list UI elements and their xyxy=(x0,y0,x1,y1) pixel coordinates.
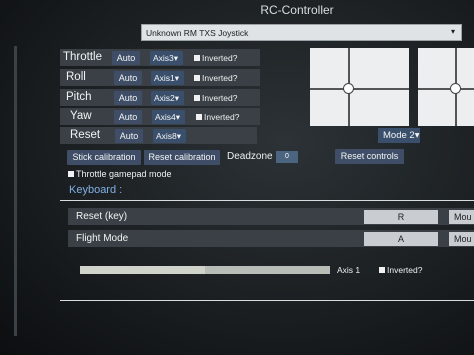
axis-label-pitch: Pitch xyxy=(66,91,92,103)
left-panel-border xyxy=(14,46,17,336)
mode-select[interactable]: Mode 2▾ xyxy=(378,128,420,143)
chevron-down-icon: ▾ xyxy=(175,112,181,122)
axis-monitor-label: Axis 1 xyxy=(337,265,361,275)
keyboard-flight-mode-key-button[interactable]: A xyxy=(364,232,438,246)
window-title: RC-Controller xyxy=(260,3,334,17)
reset-axis-value: Axis8 xyxy=(156,131,177,141)
throttle-axis-value: Axis3 xyxy=(153,53,174,63)
keyboard-reset-key-button[interactable]: R xyxy=(364,210,438,224)
roll-inverted-label: Inverted? xyxy=(202,73,238,83)
checkbox-icon xyxy=(194,95,200,101)
chevron-down-icon: ▾ xyxy=(173,53,179,63)
chevron-down-icon: ▾ xyxy=(450,27,455,36)
chevron-down-icon: ▾ xyxy=(174,73,180,83)
mode-select-value: Mode 2 xyxy=(383,130,415,141)
checkbox-icon xyxy=(194,75,200,81)
reset-controls-button[interactable]: Reset controls xyxy=(335,149,404,164)
axis-label-roll: Roll xyxy=(66,71,86,83)
pitch-axis-select[interactable]: Axis2▾ xyxy=(151,91,184,105)
bottom-divider xyxy=(60,300,474,301)
axis-level-bar xyxy=(80,266,330,274)
roll-inverted-checkbox[interactable]: Inverted? xyxy=(194,71,237,85)
pitch-axis-value: Axis2 xyxy=(154,93,175,103)
axis-level-fill xyxy=(80,266,205,274)
checkbox-icon xyxy=(68,171,74,177)
throttle-inverted-checkbox[interactable]: Inverted? xyxy=(194,51,237,65)
checkbox-icon xyxy=(194,55,200,61)
joystick-device-value: Unknown RM TXS Joystick xyxy=(146,28,249,38)
throttle-gamepad-mode-label: Throttle gamepad mode xyxy=(76,169,172,179)
roll-auto-button[interactable]: Auto xyxy=(114,71,142,85)
chevron-down-icon: ▾ xyxy=(414,130,420,141)
stick-calibration-button[interactable]: Stick calibration xyxy=(67,150,141,165)
axis-monitor-inverted-label: Inverted? xyxy=(387,265,423,275)
checkbox-icon xyxy=(379,267,385,273)
deadzone-input[interactable]: 0 xyxy=(276,151,298,163)
yaw-inverted-label: Inverted? xyxy=(204,112,240,122)
roll-axis-select[interactable]: Axis1▾ xyxy=(151,71,184,85)
pitch-inverted-label: Inverted? xyxy=(202,93,238,103)
pitch-auto-button[interactable]: Auto xyxy=(114,91,142,105)
pitch-inverted-checkbox[interactable]: Inverted? xyxy=(194,91,237,105)
axis-label-reset: Reset xyxy=(70,129,101,141)
section-divider xyxy=(60,200,474,201)
axis-monitor-inverted-checkbox[interactable]: Inverted? xyxy=(379,265,422,275)
reset-calibration-button[interactable]: Reset calibration xyxy=(144,150,220,165)
chevron-down-icon: ▾ xyxy=(174,93,180,103)
yaw-axis-value: Axis4 xyxy=(155,112,176,122)
yaw-inverted-checkbox[interactable]: Inverted? xyxy=(196,110,239,124)
reset-axis-select[interactable]: Axis8▾ xyxy=(153,129,186,143)
throttle-inverted-label: Inverted? xyxy=(202,53,238,63)
checkbox-icon xyxy=(196,114,202,120)
reset-auto-button[interactable]: Auto xyxy=(115,129,143,143)
left-stick-position-dot xyxy=(343,83,354,94)
keyboard-reset-mouse-button[interactable]: Mou xyxy=(449,210,474,224)
yaw-axis-select[interactable]: Axis4▾ xyxy=(152,110,185,124)
throttle-auto-button[interactable]: Auto xyxy=(112,51,140,65)
right-stick-position-dot xyxy=(450,83,461,94)
keyboard-flight-mode-mouse-button[interactable]: Mou xyxy=(449,232,474,246)
right-stick-horizontal-axis xyxy=(418,88,474,90)
yaw-auto-button[interactable]: Auto xyxy=(114,110,142,124)
roll-axis-value: Axis1 xyxy=(154,73,175,83)
left-stick-horizontal-axis xyxy=(310,88,409,90)
keyboard-section-label: Keyboard : xyxy=(69,184,123,196)
throttle-gamepad-mode-checkbox[interactable]: Throttle gamepad mode xyxy=(68,169,172,179)
axis-label-yaw: Yaw xyxy=(70,110,92,122)
deadzone-label: Deadzone : xyxy=(227,151,279,162)
left-stick-display xyxy=(310,48,409,126)
joystick-device-select[interactable]: Unknown RM TXS Joystick ▾ xyxy=(141,24,462,41)
right-stick-display xyxy=(418,48,474,126)
chevron-down-icon: ▾ xyxy=(176,131,182,141)
throttle-axis-select[interactable]: Axis3▾ xyxy=(150,51,183,65)
axis-label-throttle: Throttle xyxy=(63,51,102,63)
